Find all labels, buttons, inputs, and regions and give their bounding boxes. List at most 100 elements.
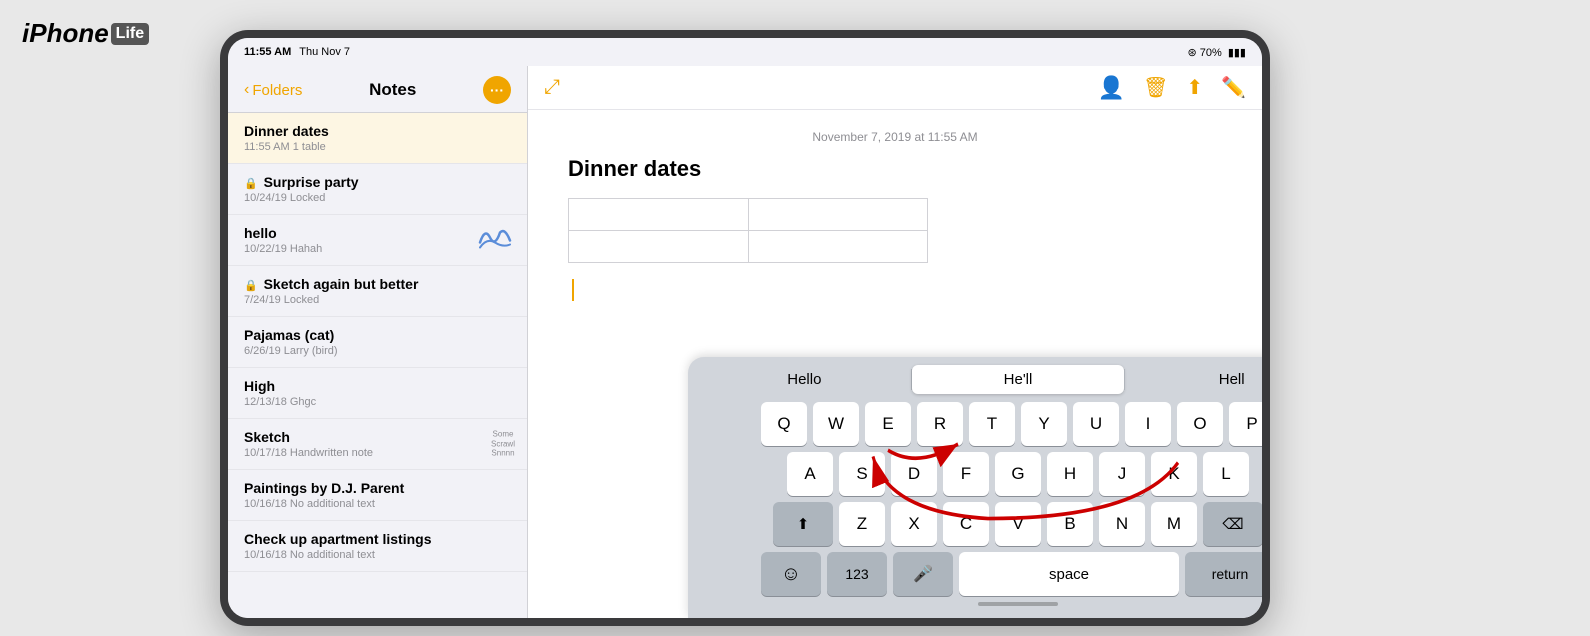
- table-cell[interactable]: [748, 199, 928, 231]
- sketch-thumbnail: SomeScrawlSnnnn: [491, 430, 515, 459]
- mic-key[interactable]: 🎤: [893, 552, 953, 596]
- note-heading: Dinner dates: [568, 156, 1222, 182]
- key-x[interactable]: X: [891, 502, 937, 546]
- list-item[interactable]: Check up apartment listings 10/16/18 No …: [228, 521, 527, 572]
- key-k[interactable]: K: [1151, 452, 1197, 496]
- sidebar: ‹ Folders Notes ··· Dinner dates 11:55 A…: [228, 66, 528, 618]
- handwritten-icon: SomeScrawlSnnnn: [491, 430, 515, 459]
- key-i[interactable]: I: [1125, 402, 1171, 446]
- table-row: [569, 231, 928, 263]
- space-key[interactable]: space: [959, 552, 1179, 596]
- note-title: hello: [244, 225, 511, 241]
- list-item[interactable]: Paintings by D.J. Parent 10/16/18 No add…: [228, 470, 527, 521]
- backspace-key[interactable]: ⌫: [1203, 502, 1262, 546]
- table-cell[interactable]: [748, 231, 928, 263]
- list-item[interactable]: High 12/13/18 Ghgc: [228, 368, 527, 419]
- key-b[interactable]: B: [1047, 502, 1093, 546]
- key-z[interactable]: Z: [839, 502, 885, 546]
- key-r[interactable]: R: [917, 402, 963, 446]
- key-u[interactable]: U: [1073, 402, 1119, 446]
- toolbar-right: 👤 🗑 ⬆ ✏️: [1098, 75, 1246, 101]
- note-toolbar: ⤢ 👤 🗑 ⬆ ✏️: [528, 66, 1262, 110]
- note-meta: 7/24/19 Locked: [244, 294, 511, 306]
- table-cell[interactable]: [569, 231, 749, 263]
- lock-icon: 🔒: [244, 280, 258, 292]
- key-s[interactable]: S: [839, 452, 885, 496]
- notes-list: Dinner dates 11:55 AM 1 table 🔒 Surprise…: [228, 113, 527, 618]
- status-time: 11:55 AM: [244, 46, 291, 58]
- note-meta: 10/17/18 Handwritten note: [244, 447, 511, 459]
- list-item[interactable]: Dinner dates 11:55 AM 1 table: [228, 113, 527, 164]
- note-meta: 10/22/19 Hahah: [244, 243, 511, 255]
- logo-life-text: Life: [111, 23, 149, 45]
- sidebar-header: ‹ Folders Notes ···: [228, 66, 527, 113]
- autocomplete-hello[interactable]: Hello: [698, 365, 911, 394]
- key-j[interactable]: J: [1099, 452, 1145, 496]
- ipad-screen: 11:55 AM Thu Nov 7 ⊛ 70% ▮▮▮ ‹ Folders N…: [228, 38, 1262, 618]
- key-q[interactable]: Q: [761, 402, 807, 446]
- autocomplete-hell[interactable]: He'll: [912, 365, 1125, 394]
- status-bar: 11:55 AM Thu Nov 7 ⊛ 70% ▮▮▮: [228, 38, 1262, 66]
- shift-key[interactable]: ⬆: [773, 502, 833, 546]
- note-title: Dinner dates: [244, 123, 511, 139]
- key-m[interactable]: M: [1151, 502, 1197, 546]
- compose-icon[interactable]: ✏️: [1221, 75, 1246, 100]
- note-date: November 7, 2019 at 11:55 AM: [568, 130, 1222, 144]
- note-meta: 6/26/19 Larry (bird): [244, 345, 511, 357]
- key-t[interactable]: T: [969, 402, 1015, 446]
- key-f[interactable]: F: [943, 452, 989, 496]
- table-cell[interactable]: [569, 199, 749, 231]
- note-title: Check up apartment listings: [244, 531, 511, 547]
- note-table: [568, 198, 928, 263]
- main-content: ‹ Folders Notes ··· Dinner dates 11:55 A…: [228, 66, 1262, 618]
- list-item[interactable]: Pajamas (cat) 6/26/19 Larry (bird): [228, 317, 527, 368]
- expand-icon[interactable]: ⤢: [544, 76, 560, 99]
- list-item[interactable]: 🔒 Surprise party 10/24/19 Locked: [228, 164, 527, 215]
- note-meta: 12/13/18 Ghgc: [244, 396, 511, 408]
- more-button[interactable]: ···: [483, 76, 511, 104]
- trash-icon[interactable]: 🗑: [1143, 75, 1168, 100]
- return-key[interactable]: return: [1185, 552, 1262, 596]
- back-button[interactable]: ‹ Folders: [244, 81, 302, 99]
- autocomplete-hell2[interactable]: Hell: [1125, 365, 1262, 394]
- emoji-key[interactable]: ☺: [761, 552, 821, 596]
- keyboard-row-4: ☺ 123 🎤 space return: [694, 552, 1262, 596]
- key-l[interactable]: L: [1203, 452, 1249, 496]
- key-g[interactable]: G: [995, 452, 1041, 496]
- sketch-thumbnail: [475, 223, 515, 258]
- logo-iphone-text: iPhone: [22, 18, 109, 49]
- note-meta: 10/24/19 Locked: [244, 192, 511, 204]
- note-title: Sketch: [244, 429, 511, 445]
- scribble-icon: [475, 223, 515, 253]
- brand-logo: iPhone Life: [22, 18, 149, 49]
- note-title: Paintings by D.J. Parent: [244, 480, 511, 496]
- keyboard-row-2: A S D F G H J K L: [694, 452, 1262, 496]
- note-meta: 10/16/18 No additional text: [244, 549, 511, 561]
- key-p[interactable]: P: [1229, 402, 1262, 446]
- key-c[interactable]: C: [943, 502, 989, 546]
- key-h[interactable]: H: [1047, 452, 1093, 496]
- numbers-key[interactable]: 123: [827, 552, 887, 596]
- list-item[interactable]: hello 10/22/19 Hahah: [228, 215, 527, 266]
- key-w[interactable]: W: [813, 402, 859, 446]
- key-a[interactable]: A: [787, 452, 833, 496]
- list-item[interactable]: Sketch 10/17/18 Handwritten note SomeScr…: [228, 419, 527, 470]
- key-e[interactable]: E: [865, 402, 911, 446]
- key-y[interactable]: Y: [1021, 402, 1067, 446]
- table-row: [569, 199, 928, 231]
- back-label[interactable]: Folders: [252, 82, 302, 99]
- list-item[interactable]: 🔒 Sketch again but better 7/24/19 Locked: [228, 266, 527, 317]
- autocomplete-bar: Hello He'll Hell: [694, 365, 1262, 394]
- share-icon[interactable]: ⬆: [1186, 75, 1203, 100]
- keyboard-row-3: ⬆ Z X C V B N M ⌫: [694, 502, 1262, 546]
- key-d[interactable]: D: [891, 452, 937, 496]
- key-o[interactable]: O: [1177, 402, 1223, 446]
- status-right: ⊛ 70% ▮▮▮: [1188, 46, 1246, 59]
- keyboard-row-1: Q W E R T Y U I O P: [694, 402, 1262, 446]
- note-title: Pajamas (cat): [244, 327, 511, 343]
- battery-icon: ▮▮▮: [1228, 46, 1246, 59]
- key-n[interactable]: N: [1099, 502, 1145, 546]
- more-icon: ···: [490, 82, 504, 98]
- key-v[interactable]: V: [995, 502, 1041, 546]
- collaborator-icon[interactable]: 👤: [1098, 75, 1125, 101]
